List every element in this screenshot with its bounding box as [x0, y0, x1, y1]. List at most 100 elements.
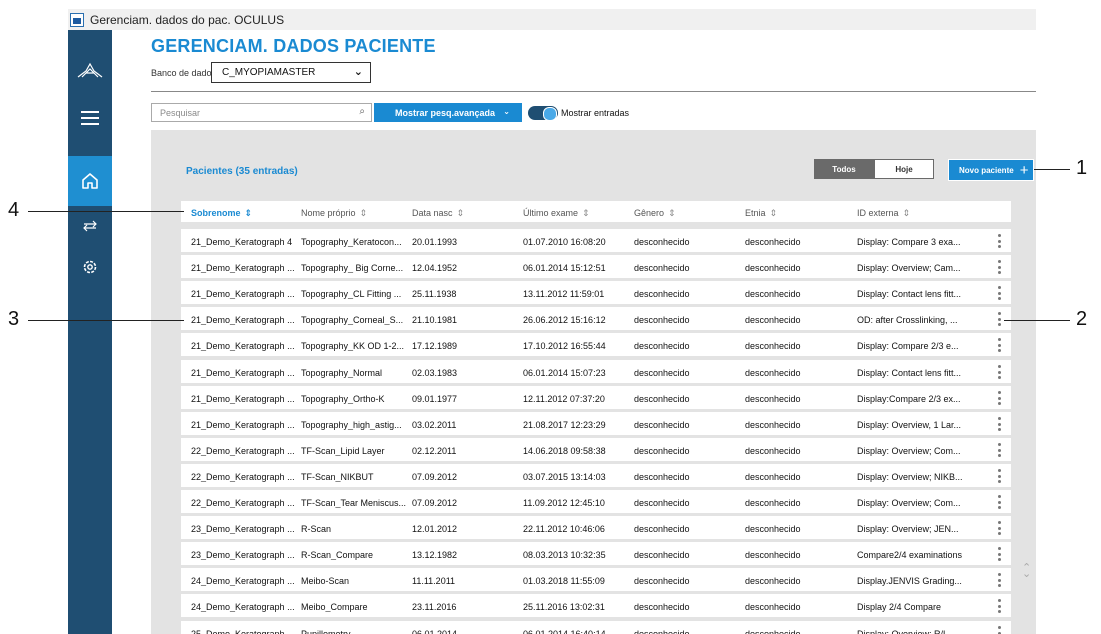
table-row[interactable]: 21_Demo_Keratograph ... Topography_Ortho-… [181, 386, 1011, 409]
table-cell: 03.02.2011 [412, 420, 457, 430]
search-icon[interactable]: ⌕ [359, 106, 365, 117]
column-header-data-nasc[interactable]: Data nasc ⇕ [412, 208, 464, 219]
column-header-nome-proprio[interactable]: Nome próprio ⇕ [301, 208, 367, 219]
table-cell: 12.04.1952 [412, 263, 458, 273]
database-select[interactable]: C_MYOPIAMASTER ⌄ [211, 62, 371, 83]
table-cell: 12.01.2012 [412, 524, 458, 534]
new-patient-button[interactable]: Novo paciente + [948, 159, 1034, 181]
table-row[interactable]: 23_Demo_Keratograph ... R-Scan_Compare 13.… [181, 542, 1011, 565]
table-cell: desconhecido [745, 368, 801, 378]
row-menu-icon[interactable] [993, 572, 1005, 588]
row-menu-icon[interactable] [993, 546, 1005, 562]
table-row[interactable]: 25_Demo_Keratograph ... Pupillometry 06.01… [181, 621, 1011, 634]
filter-all-button[interactable]: Todos [814, 159, 874, 179]
gear-icon[interactable] [68, 252, 112, 282]
row-menu-icon[interactable] [993, 311, 1005, 327]
table-cell: 21_Demo_Keratograph ... [191, 368, 295, 378]
row-menu-icon[interactable] [993, 494, 1005, 510]
table-cell: Display: Overview; NIKB... [857, 472, 963, 482]
row-menu-icon[interactable] [993, 468, 1005, 484]
table-row[interactable]: 21_Demo_Keratograph 4 Topography_Keratoco… [181, 229, 1011, 252]
table-row[interactable]: 24_Demo_Keratograph ... Meibo_Compare 23.1… [181, 594, 1011, 617]
table-row[interactable]: 21_Demo_Keratograph ... Topography_high_a… [181, 412, 1011, 435]
swap-icon[interactable] [68, 212, 112, 240]
table-cell: desconhecido [634, 576, 690, 586]
table-cell: 17.10.2012 16:55:44 [523, 341, 606, 351]
row-menu-icon[interactable] [993, 337, 1005, 353]
callout-line-4 [28, 211, 184, 212]
row-menu-icon[interactable] [993, 416, 1005, 432]
scroll-indicator-icon[interactable]: ⌃ ⌄ [1022, 563, 1031, 580]
column-header-genero[interactable]: Gênero ⇕ [634, 208, 676, 219]
home-icon[interactable] [68, 156, 112, 206]
search-box[interactable]: ⌕ [151, 103, 372, 122]
table-cell: 23_Demo_Keratograph ... [191, 524, 295, 534]
table-cell: 21_Demo_Keratograph ... [191, 289, 295, 299]
table-row[interactable]: 21_Demo_Keratograph ... Topography_Normal… [181, 360, 1011, 383]
column-header-sobrenome[interactable]: Sobrenome ⇕ [191, 208, 252, 219]
advanced-search-button[interactable]: Mostrar pesq.avançada ⌄ [374, 103, 522, 122]
sort-icon: ⇕ [359, 208, 368, 218]
sort-icon: ⇕ [244, 208, 253, 218]
table-cell: 25_Demo_Keratograph ... [191, 629, 295, 634]
table-cell: 21_Demo_Keratograph ... [191, 263, 295, 273]
table-cell: 21.08.2017 12:23:29 [523, 420, 606, 430]
table-cell: Topography_Normal [301, 368, 383, 378]
row-menu-icon[interactable] [993, 625, 1005, 634]
table-row[interactable]: 22_Demo_Keratograph ... TF-Scan_NIKBUT 07.… [181, 464, 1011, 487]
table-cell: 11.09.2012 12:45:10 [523, 498, 605, 508]
new-patient-label: Novo paciente [959, 165, 1014, 175]
table-cell: desconhecido [745, 289, 801, 299]
menu-icon[interactable] [68, 104, 112, 132]
sort-icon: ⇕ [769, 208, 778, 218]
table-cell: 06.01.2014 16:40:14 [523, 629, 606, 634]
table-row[interactable]: 21_Demo_Keratograph ... Topography_ Big C… [181, 255, 1011, 278]
table-cell: Display:Compare 2/3 ex... [857, 394, 961, 404]
filter-today-button[interactable]: Hoje [874, 159, 934, 179]
show-entries-toggle[interactable] [528, 106, 558, 121]
search-input[interactable] [160, 104, 340, 121]
table-cell: Compare2/4 examinations [857, 550, 963, 560]
row-menu-icon[interactable] [993, 390, 1005, 406]
row-menu-icon[interactable] [993, 520, 1005, 536]
table-cell: desconhecido [634, 498, 690, 508]
table-cell: Topography_Corneal_S... [301, 315, 404, 325]
table-row[interactable]: 23_Demo_Keratograph ... R-Scan 12.01.2012 2… [181, 516, 1011, 539]
patients-count-title: Pacientes (35 entradas) [186, 166, 298, 177]
table-cell: 14.06.2018 09:58:38 [523, 446, 606, 456]
row-menu-icon[interactable] [993, 364, 1005, 380]
column-header-id-externa[interactable]: ID externa ⇕ [857, 208, 910, 219]
column-header-etnia[interactable]: Etnia ⇕ [745, 208, 777, 219]
table-cell: R-Scan [301, 524, 332, 534]
sort-icon: ⇕ [668, 208, 676, 218]
table-cell: desconhecido [634, 524, 690, 534]
column-label: Gênero [634, 208, 665, 218]
row-menu-icon[interactable] [993, 259, 1005, 275]
page-title: GERENCIAM. DADOS PACIENTE [151, 36, 436, 56]
row-menu-icon[interactable] [993, 233, 1005, 249]
window-title: Gerenciam. dados do pac. OCULUS [90, 12, 285, 27]
table-row[interactable]: 22_Demo_Keratograph ... TF-Scan_Tear Meni… [181, 490, 1011, 513]
table-cell: Topography_KK OD 1-2... [301, 341, 405, 351]
table-cell: 17.12.1989 [412, 341, 458, 351]
logo-icon[interactable] [68, 52, 112, 90]
table-cell: 02.03.1983 [412, 368, 458, 378]
table-cell: Meibo_Compare [301, 602, 368, 612]
table-cell: 06.01.2014 [412, 629, 458, 634]
row-menu-icon[interactable] [993, 598, 1005, 614]
table-row[interactable]: 22_Demo_Keratograph ... TF-Scan_Lipid Lay… [181, 438, 1011, 461]
table-cell: Display: Overview, 1 Lar... [857, 420, 962, 430]
table-cell: 01.07.2010 16:08:20 [523, 237, 606, 247]
table-cell: 01.03.2018 11:55:09 [523, 576, 605, 586]
column-header-ultimo-exame[interactable]: Último exame ⇕ [523, 208, 590, 219]
table-row[interactable]: 21_Demo_Keratograph ... Topography_KK OD … [181, 333, 1011, 356]
row-menu-icon[interactable] [993, 285, 1005, 301]
table-row[interactable]: 21_Demo_Keratograph ... Topography_Cornea… [181, 307, 1011, 330]
table-row[interactable]: 24_Demo_Keratograph ... Meibo-Scan 11.11.2… [181, 568, 1011, 591]
table-cell: desconhecido [634, 341, 690, 351]
table-cell: 22_Demo_Keratograph ... [191, 498, 295, 508]
table-row[interactable]: 21_Demo_Keratograph ... Topography_CL Fit… [181, 281, 1011, 304]
row-menu-icon[interactable] [993, 442, 1005, 458]
column-label: Data nasc [412, 208, 453, 218]
table-cell: 07.09.2012 [412, 498, 458, 508]
